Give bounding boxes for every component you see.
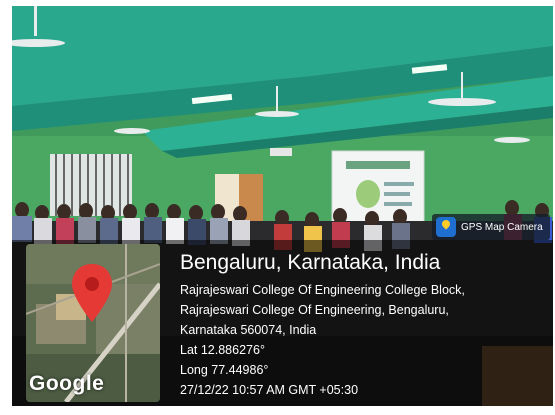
longitude: Long 77.44986° [180, 363, 269, 377]
photo-frame: GPS Map Camera Google Bengaluru, Karnata… [12, 6, 553, 406]
map-pin-app-icon [436, 217, 456, 237]
latitude: Lat 12.886276° [180, 343, 265, 357]
address-line: Rajrajeswari College Of Engineering, Ben… [180, 303, 449, 317]
mini-map: Google [26, 244, 160, 402]
timestamp: 27/12/22 10:57 AM GMT +05:30 [180, 383, 359, 397]
address-line: Rajrajeswari College Of Engineering Coll… [180, 283, 465, 297]
address-line: Karnataka 560074, India [180, 323, 317, 337]
google-logo: Google [29, 372, 105, 395]
badge-label: GPS Map Camera [461, 221, 543, 233]
gps-map-camera-badge: GPS Map Camera [432, 214, 550, 240]
city-title: Bengaluru, Karnataka, India [180, 251, 441, 274]
location-info: Bengaluru, Karnataka, India Rajrajeswari… [180, 250, 465, 400]
